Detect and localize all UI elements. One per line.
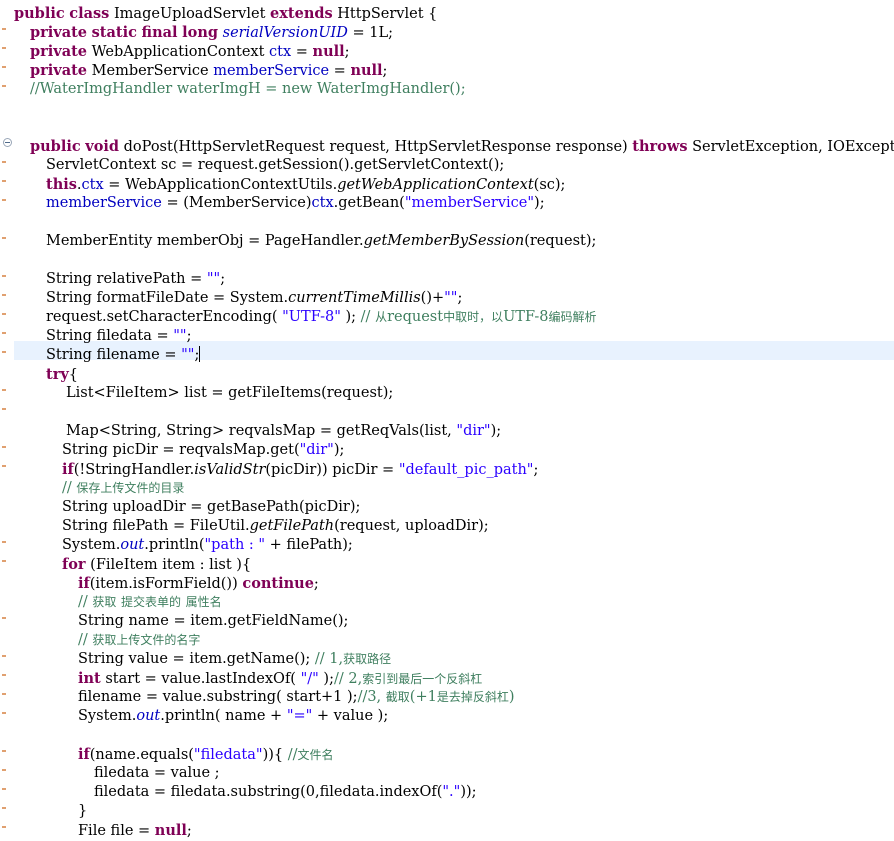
gutter-marker — [2, 332, 6, 334]
code-line[interactable]: String filePath = FileUtil.getFilePath(r… — [62, 517, 489, 536]
code-line[interactable]: // 保存上传文件的目录 — [62, 479, 184, 498]
code-line[interactable]: System.out.println("path : " + filePath)… — [62, 536, 353, 555]
gutter-marker — [2, 199, 6, 201]
gutter-marker — [2, 389, 6, 391]
gutter-marker — [2, 693, 6, 695]
gutter-marker — [2, 313, 6, 315]
code-line[interactable]: public class ImageUploadServlet extends … — [14, 4, 437, 23]
gutter-marker — [2, 161, 6, 163]
code-line[interactable]: String name = item.getFieldName(); — [78, 612, 348, 631]
code-line[interactable]: } — [78, 802, 87, 821]
gutter-marker — [2, 351, 6, 353]
code-line[interactable]: filedata = filedata.substring(0,filedata… — [94, 783, 477, 802]
code-line[interactable]: for (FileItem item : list ){ — [62, 555, 251, 574]
code-line[interactable]: filename = value.substring( start+1 );//… — [78, 688, 515, 707]
code-editor[interactable]: public class ImageUploadServlet extends … — [0, 0, 894, 839]
code-line[interactable]: String filedata = ""; — [46, 327, 191, 346]
code-line[interactable]: //WaterImgHandler waterImgH = new WaterI… — [30, 80, 466, 99]
code-line[interactable]: try{ — [46, 365, 78, 384]
code-line[interactable]: request.setCharacterEncoding( "UTF-8" );… — [46, 308, 597, 327]
code-line[interactable]: if(!StringHandler.isValidStr(picDir)) pi… — [62, 460, 538, 479]
code-line[interactable]: Map<String, String> reqvalsMap = getReqV… — [66, 422, 501, 441]
code-line[interactable]: private static final long serialVersionU… — [30, 23, 393, 42]
code-line[interactable]: MemberEntity memberObj = PageHandler.get… — [46, 232, 596, 251]
gutter-marker — [2, 180, 6, 182]
gutter-marker — [2, 617, 6, 619]
code-line[interactable]: // 获取 提交表单的 属性名 — [78, 593, 222, 612]
gutter-marker — [2, 85, 6, 87]
code-line[interactable]: public void doPost(HttpServletRequest re… — [30, 137, 894, 156]
code-line[interactable]: if(item.isFormField()) continue; — [78, 574, 319, 593]
gutter-marker — [2, 465, 6, 467]
code-line[interactable]: private MemberService memberService = nu… — [30, 61, 387, 80]
code-line[interactable]: String value = item.getName(); // 1,获取路径 — [78, 650, 391, 669]
gutter-marker — [2, 294, 6, 296]
caret-cursor — [199, 346, 201, 362]
code-line[interactable]: String filename = ""; — [46, 346, 201, 365]
gutter-marker — [2, 712, 6, 714]
code-line[interactable]: if(name.equals("filedata")){ //文件名 — [78, 745, 334, 764]
gutter-marker — [2, 275, 6, 277]
code-line[interactable]: String uploadDir = getBasePath(picDir); — [62, 498, 360, 517]
code-line[interactable]: // 获取上传文件的名字 — [78, 631, 200, 650]
gutter-marker — [2, 47, 6, 49]
gutter-marker — [2, 560, 6, 562]
gutter-marker — [2, 826, 6, 828]
code-line[interactable]: String picDir = reqvalsMap.get("dir"); — [62, 441, 344, 460]
gutter-marker — [2, 674, 6, 676]
gutter-marker — [2, 750, 6, 752]
code-line[interactable]: private WebApplicationContext ctx = null… — [30, 42, 350, 61]
gutter-marker — [2, 408, 6, 410]
code-line[interactable]: File file = null; — [78, 821, 192, 840]
gutter-marker — [2, 807, 6, 809]
gutter-marker — [2, 66, 6, 68]
gutter-marker — [2, 788, 6, 790]
code-line[interactable]: int start = value.lastIndexOf( "/" );// … — [78, 669, 482, 688]
code-line[interactable]: List<FileItem> list = getFileItems(reque… — [66, 384, 393, 403]
gutter-marker — [2, 769, 6, 771]
gutter-marker — [2, 237, 6, 239]
gutter-marker — [2, 28, 6, 30]
code-line[interactable]: this.ctx = WebApplicationContextUtils.ge… — [46, 175, 565, 194]
gutter-marker — [2, 446, 6, 448]
code-line[interactable]: ServletContext sc = request.getSession()… — [46, 156, 504, 175]
code-line[interactable]: System.out.println( name + "=" + value )… — [78, 707, 388, 726]
code-line[interactable]: memberService = (MemberService)ctx.getBe… — [46, 194, 545, 213]
gutter-marker — [2, 541, 6, 543]
fold-collapse-icon[interactable] — [3, 138, 12, 147]
code-line[interactable]: String formatFileDate = System.currentTi… — [46, 289, 462, 308]
code-line[interactable]: String relativePath = ""; — [46, 270, 225, 289]
gutter-marker — [2, 655, 6, 657]
code-line[interactable]: filedata = value ; — [94, 764, 220, 783]
